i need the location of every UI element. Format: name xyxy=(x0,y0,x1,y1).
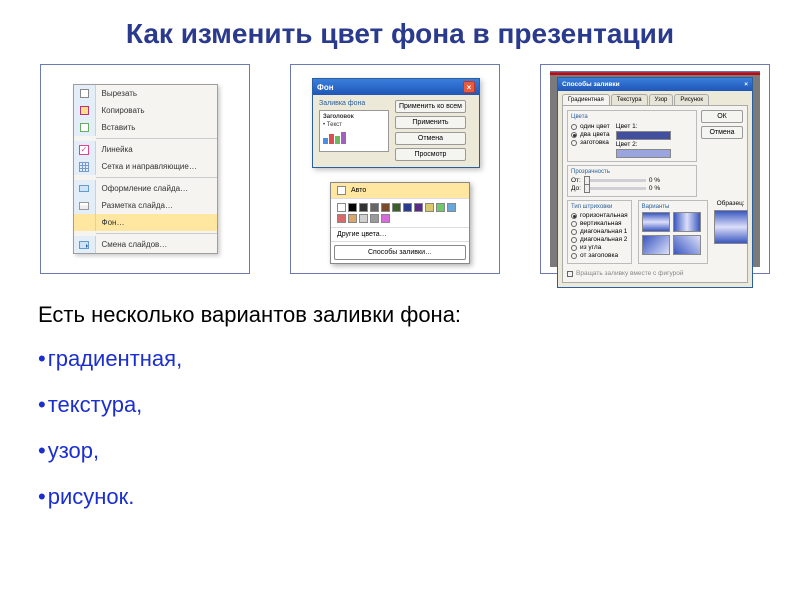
tab-strip: ГрадиентнаяТекстураУзорРисунок xyxy=(558,91,752,105)
radio-two-colors[interactable]: два цвета xyxy=(571,131,610,138)
radio-shading[interactable]: из угла xyxy=(571,244,628,251)
fill-effects-item[interactable]: Способы заливки… xyxy=(334,245,466,260)
cut-icon xyxy=(80,89,89,98)
check-icon: ✓ xyxy=(79,145,89,155)
auto-color-item[interactable]: Авто xyxy=(331,183,469,199)
background-dialog: Фон × Заливка фона Заголовок • Текст xyxy=(312,78,480,168)
tab-узор[interactable]: Узор xyxy=(649,94,674,105)
color2-picker[interactable] xyxy=(616,149,671,158)
color-swatch[interactable] xyxy=(381,214,390,223)
frame-fill-effects: Способы заливки × ГрадиентнаяТекстураУзо… xyxy=(540,64,770,274)
copy-icon xyxy=(80,106,89,115)
color-swatch[interactable] xyxy=(359,214,368,223)
radio-shading[interactable]: диагональная 2 xyxy=(571,236,628,243)
color-swatch[interactable] xyxy=(337,214,346,223)
variant-swatch[interactable] xyxy=(673,212,701,232)
color-dropdown: Авто Другие цвета… Способы заливки… xyxy=(330,182,470,264)
bullet-item: градиентная, xyxy=(38,346,770,372)
frame-background-dialog: Фон × Заливка фона Заголовок • Текст xyxy=(290,64,500,274)
radio-shading[interactable]: горизонтальная xyxy=(571,212,628,219)
body-text: Есть несколько вариантов заливки фона: г… xyxy=(30,302,770,510)
ctx-item-design[interactable]: Оформление слайда… xyxy=(74,180,217,197)
color-swatch[interactable] xyxy=(403,203,412,212)
transition-icon xyxy=(79,241,89,249)
ctx-item-ruler[interactable]: ✓ Линейка xyxy=(74,141,217,158)
design-icon xyxy=(79,185,89,192)
fill-effects-dialog: Способы заливки × ГрадиентнаяТекстураУзо… xyxy=(557,77,753,288)
variant-swatch[interactable] xyxy=(642,235,670,255)
ctx-item-background[interactable]: Фон… xyxy=(74,214,217,231)
shading-group: Тип штриховки горизонтальнаявертикальная… xyxy=(567,200,632,264)
chart-icon xyxy=(323,132,385,144)
radio-shading[interactable]: диагональная 1 xyxy=(571,228,628,235)
dialog-title: Способы заливки xyxy=(562,81,620,88)
ctx-item-copy[interactable]: Копировать xyxy=(74,102,217,119)
color-swatch[interactable] xyxy=(414,203,423,212)
close-icon[interactable]: × xyxy=(463,81,475,93)
fieldset-legend: Заливка фона xyxy=(319,100,389,107)
grid-icon xyxy=(79,162,89,172)
color-swatch[interactable] xyxy=(359,203,368,212)
preview-button[interactable]: Просмотр xyxy=(395,148,466,161)
layout-icon xyxy=(79,202,89,210)
rotate-with-shape-checkbox[interactable]: Вращать заливку вместе с фигурой xyxy=(567,270,743,277)
ok-button[interactable]: ОК xyxy=(701,110,743,123)
frame-context-menu: Вырезать Копировать Вставить ✓ Линейка xyxy=(40,64,250,274)
lead-text: Есть несколько вариантов заливки фона: xyxy=(38,302,770,328)
color-swatch[interactable] xyxy=(392,203,401,212)
bullet-item: рисунок. xyxy=(38,484,770,510)
bullet-item: узор, xyxy=(38,438,770,464)
from-slider[interactable]: От:0 % xyxy=(571,177,693,184)
slide: Как изменить цвет фона в презентации Выр… xyxy=(0,0,800,600)
colors-group: Цвета один цвет два цвета заготовка xyxy=(567,110,697,162)
radio-preset[interactable]: заготовка xyxy=(571,139,610,146)
color-swatch[interactable] xyxy=(381,203,390,212)
more-colors-item[interactable]: Другие цвета… xyxy=(331,228,469,242)
sample-preview xyxy=(714,210,748,244)
variant-swatch[interactable] xyxy=(642,212,670,232)
slide-title: Как изменить цвет фона в презентации xyxy=(30,18,770,50)
tab-текстура[interactable]: Текстура xyxy=(611,94,648,105)
cancel-button[interactable]: Отмена xyxy=(701,126,743,139)
tab-рисунок[interactable]: Рисунок xyxy=(674,94,709,105)
color-swatch[interactable] xyxy=(425,203,434,212)
radio-shading[interactable]: от заголовка xyxy=(571,252,628,259)
to-slider[interactable]: До:0 % xyxy=(571,185,693,192)
apply-all-button[interactable]: Применить ко всем xyxy=(395,100,466,113)
auto-swatch-icon xyxy=(337,186,346,195)
color-swatch[interactable] xyxy=(337,203,346,212)
paste-icon xyxy=(80,123,89,132)
variants-group: Варианты xyxy=(638,200,708,264)
ctx-item-paste[interactable]: Вставить xyxy=(74,119,217,136)
ctx-item-layout[interactable]: Разметка слайда… xyxy=(74,197,217,214)
dialog-title: Фон xyxy=(317,83,334,92)
ctx-item-cut[interactable]: Вырезать xyxy=(74,85,217,102)
screenshot-row: Вырезать Копировать Вставить ✓ Линейка xyxy=(30,64,770,274)
ctx-item-transition[interactable]: Смена слайдов… xyxy=(74,236,217,253)
color-swatch[interactable] xyxy=(370,214,379,223)
color-swatch[interactable] xyxy=(348,214,357,223)
color1-picker[interactable] xyxy=(616,131,671,140)
transparency-group: Прозрачность От:0 % До:0 % xyxy=(567,165,697,197)
color-swatch[interactable] xyxy=(370,203,379,212)
tab-градиентная[interactable]: Градиентная xyxy=(562,94,610,105)
cancel-button[interactable]: Отмена xyxy=(395,132,466,145)
slide-preview: Заголовок • Текст xyxy=(319,110,389,152)
context-menu: Вырезать Копировать Вставить ✓ Линейка xyxy=(73,84,218,254)
apply-button[interactable]: Применить xyxy=(395,116,466,129)
radio-shading[interactable]: вертикальная xyxy=(571,220,628,227)
swatch-grid xyxy=(331,199,469,228)
ctx-item-grid[interactable]: Сетка и направляющие… xyxy=(74,158,217,175)
color-swatch[interactable] xyxy=(447,203,456,212)
close-icon[interactable]: × xyxy=(744,81,748,88)
color-swatch[interactable] xyxy=(436,203,445,212)
bullet-item: текстура, xyxy=(38,392,770,418)
variant-swatch[interactable] xyxy=(673,235,701,255)
color-swatch[interactable] xyxy=(348,203,357,212)
bullet-list: градиентная, текстура, узор, рисунок. xyxy=(38,346,770,510)
radio-one-color[interactable]: один цвет xyxy=(571,123,610,130)
